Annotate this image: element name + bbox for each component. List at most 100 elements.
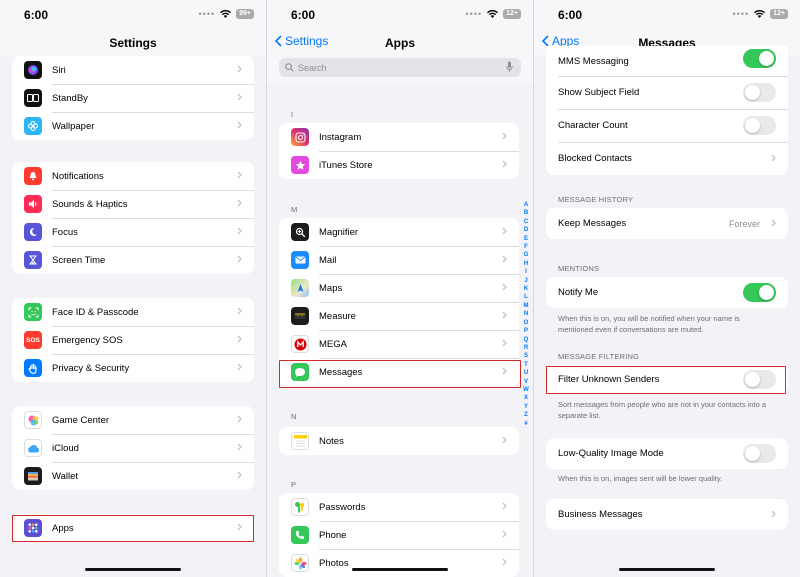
app-item-instagram[interactable]: Instagram: [279, 123, 519, 151]
apps-screen: 6:00 •••• 12+ Settings Apps Search I Ins…: [267, 0, 533, 577]
chevron-right-icon: [237, 255, 242, 263]
moon-icon: [24, 223, 42, 241]
settings-item-emergency-sos[interactable]: SOS Emergency SOS: [12, 326, 254, 354]
index-letter[interactable]: P: [521, 327, 531, 335]
ruler-icon: [291, 307, 309, 325]
notify-me-footnote: When this is on, you will be notified wh…: [558, 314, 740, 334]
index-letter[interactable]: V: [521, 378, 531, 386]
low-quality-footnote: When this is on, images sent will be low…: [558, 474, 723, 483]
wifi-icon: [487, 10, 499, 18]
status-time: 6:00: [291, 8, 316, 22]
index-letter[interactable]: B: [521, 209, 531, 217]
row-business-messages[interactable]: Business Messages: [546, 499, 788, 530]
app-item-notes[interactable]: Notes: [279, 427, 519, 455]
app-item-mega[interactable]: MEGA: [279, 330, 519, 358]
home-indicator[interactable]: [85, 568, 181, 571]
alphabet-index[interactable]: A B C D E F G H I J K L M N O P Q R S T U V W X Y Z #: [521, 201, 531, 428]
home-indicator[interactable]: [352, 568, 448, 571]
wallet-icon: [24, 467, 42, 485]
hourglass-icon: [24, 251, 42, 269]
settings-item-focus[interactable]: Focus: [12, 218, 254, 246]
messages-settings-screen: 6:00 •••• 12+ Apps Messages MMS Messagin…: [534, 0, 800, 577]
wifi-icon: [220, 10, 232, 18]
app-item-mail[interactable]: Mail: [279, 246, 519, 274]
low-quality-image-mode-toggle[interactable]: [743, 444, 776, 463]
settings-item-wallpaper[interactable]: Wallpaper: [12, 112, 254, 140]
app-item-itunes-store[interactable]: iTunes Store: [279, 151, 519, 179]
index-letter[interactable]: G: [521, 251, 531, 259]
low-quality-group: Low-Quality Image Mode: [546, 438, 788, 469]
chevron-right-icon: [502, 255, 507, 263]
index-letter[interactable]: I: [521, 268, 531, 276]
index-letter[interactable]: X: [521, 394, 531, 402]
index-letter[interactable]: T: [521, 361, 531, 369]
index-letter[interactable]: H: [521, 260, 531, 268]
settings-item-standby[interactable]: StandBy: [12, 84, 254, 112]
key-icon: [291, 498, 309, 516]
index-letter[interactable]: C: [521, 218, 531, 226]
chevron-right-icon: [237, 93, 242, 101]
index-letter[interactable]: Y: [521, 403, 531, 411]
index-letter[interactable]: Z: [521, 411, 531, 419]
settings-item-screen-time[interactable]: Screen Time: [12, 246, 254, 274]
index-letter[interactable]: K: [521, 285, 531, 293]
row-low-quality-image-mode: Low-Quality Image Mode: [546, 438, 788, 469]
chevron-right-icon: [237, 227, 242, 235]
chevron-right-icon: [237, 363, 242, 371]
index-letter[interactable]: N: [521, 310, 531, 318]
hand-icon: [24, 359, 42, 377]
index-letter[interactable]: D: [521, 226, 531, 234]
apps-group-i: Instagram iTunes Store: [279, 123, 519, 179]
index-letter[interactable]: J: [521, 277, 531, 285]
index-letter[interactable]: R: [521, 344, 531, 352]
settings-group-security: Face ID & Passcode SOS Emergency SOS Pri…: [12, 298, 254, 382]
index-letter[interactable]: F: [521, 243, 531, 251]
speaker-icon: [24, 195, 42, 213]
settings-item-notifications[interactable]: Notifications: [12, 162, 254, 190]
chevron-right-icon: [237, 415, 242, 423]
cloud-icon: [24, 439, 42, 457]
index-letter[interactable]: U: [521, 369, 531, 377]
settings-item-sounds[interactable]: Sounds & Haptics: [12, 190, 254, 218]
nav-bar: Settings: [0, 30, 266, 54]
magnifier-icon: [291, 223, 309, 241]
mms-messaging-toggle[interactable]: [743, 49, 776, 68]
index-letter[interactable]: A: [521, 201, 531, 209]
settings-group-accounts: Game Center iCloud Wallet: [12, 406, 254, 490]
index-letter[interactable]: #: [521, 420, 531, 428]
app-item-phone[interactable]: Phone: [279, 521, 519, 549]
standby-icon: [24, 89, 42, 107]
settings-item-game-center[interactable]: Game Center: [12, 406, 254, 434]
app-item-photos[interactable]: Photos: [279, 549, 519, 577]
chevron-right-icon: [237, 307, 242, 315]
index-letter[interactable]: E: [521, 235, 531, 243]
search-input[interactable]: Search: [279, 58, 521, 77]
app-item-magnifier[interactable]: Magnifier: [279, 218, 519, 246]
mail-icon: [291, 251, 309, 269]
section-header-mentions: MENTIONS: [558, 264, 600, 273]
settings-item-icloud[interactable]: iCloud: [12, 434, 254, 462]
show-subject-field-toggle[interactable]: [743, 83, 776, 102]
row-blocked-contacts[interactable]: Blocked Contacts: [546, 142, 788, 175]
index-letter[interactable]: M: [521, 302, 531, 310]
index-letter[interactable]: S: [521, 352, 531, 360]
index-letter[interactable]: L: [521, 293, 531, 301]
index-letter[interactable]: W: [521, 386, 531, 394]
app-item-maps[interactable]: Maps: [279, 274, 519, 302]
character-count-toggle[interactable]: [743, 116, 776, 135]
microphone-icon[interactable]: [506, 61, 513, 73]
app-item-passwords[interactable]: Passwords: [279, 493, 519, 521]
index-letter[interactable]: Q: [521, 336, 531, 344]
index-letter[interactable]: O: [521, 319, 531, 327]
app-item-measure[interactable]: Measure: [279, 302, 519, 330]
settings-item-wallet[interactable]: Wallet: [12, 462, 254, 490]
settings-screen: 6:00 •••• 99+ Settings Siri StandBy Wall…: [0, 0, 266, 577]
keep-messages-value: Forever: [728, 218, 760, 229]
signal-icon: ••••: [198, 9, 216, 19]
settings-item-siri[interactable]: Siri: [12, 56, 254, 84]
settings-item-privacy[interactable]: Privacy & Security: [12, 354, 254, 382]
home-indicator[interactable]: [619, 568, 715, 571]
notify-me-toggle[interactable]: [743, 283, 776, 302]
row-keep-messages[interactable]: Keep Messages Forever: [546, 208, 788, 239]
settings-item-face-id[interactable]: Face ID & Passcode: [12, 298, 254, 326]
